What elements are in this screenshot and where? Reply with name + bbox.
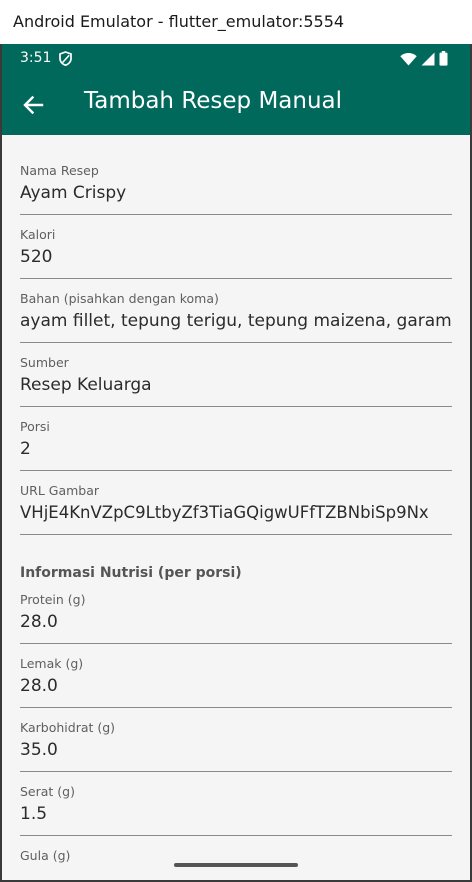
ingredients-input[interactable]: ayam fillet, tepung terigu, tepung maize… bbox=[20, 311, 452, 331]
fiber-input[interactable]: 1.5 bbox=[20, 804, 452, 824]
page-title: Tambah Resep Manual bbox=[84, 88, 343, 114]
emulator-window: Android Emulator - flutter_emulator:5554… bbox=[0, 0, 472, 882]
field-label: Karbohidrat (g) bbox=[20, 720, 116, 735]
image-url-field[interactable]: URL Gambar VHjE4KnVZpC9LtbyZf3TiaGQigwUF… bbox=[20, 483, 452, 535]
field-underline bbox=[20, 771, 452, 772]
field-label: Sumber bbox=[20, 355, 69, 370]
wifi-icon bbox=[400, 52, 417, 65]
calories-field[interactable]: Kalori 520 bbox=[20, 227, 452, 279]
status-bar: 3:51 bbox=[2, 44, 470, 74]
calories-input[interactable]: 520 bbox=[20, 247, 452, 267]
field-underline bbox=[20, 278, 452, 279]
field-label: Nama Resep bbox=[20, 163, 99, 178]
field-label: Protein (g) bbox=[20, 592, 86, 607]
signal-icon bbox=[421, 52, 435, 65]
field-underline bbox=[20, 643, 452, 644]
field-underline bbox=[20, 707, 452, 708]
field-label: Gula (g) bbox=[20, 848, 71, 863]
nutrition-section-title: Informasi Nutrisi (per porsi) bbox=[20, 565, 242, 581]
field-underline bbox=[20, 214, 452, 215]
field-underline bbox=[20, 534, 452, 535]
app-bar: Tambah Resep Manual bbox=[2, 74, 470, 135]
back-button[interactable] bbox=[18, 90, 48, 120]
image-url-input[interactable]: VHjE4KnVZpC9LtbyZf3TiaGQigwUFfTZBNbiSp9N… bbox=[20, 503, 452, 522]
field-label: Lemak (g) bbox=[20, 656, 84, 671]
phone-screen: 3:51 Tambah Resep Manual Nama Resep Ayam… bbox=[2, 44, 470, 880]
recipe-name-field[interactable]: Nama Resep Ayam Crispy bbox=[20, 163, 452, 215]
field-underline bbox=[20, 406, 452, 407]
window-titlebar[interactable]: Android Emulator - flutter_emulator:5554 bbox=[0, 0, 472, 45]
servings-field[interactable]: Porsi 2 bbox=[20, 419, 452, 471]
status-icons bbox=[400, 51, 448, 66]
window-title: Android Emulator - flutter_emulator:5554 bbox=[13, 11, 345, 31]
battery-icon bbox=[439, 51, 448, 66]
source-input[interactable]: Resep Keluarga bbox=[20, 375, 452, 395]
arrow-back-icon bbox=[23, 95, 44, 115]
field-label: Serat (g) bbox=[20, 784, 75, 799]
field-label: Kalori bbox=[20, 227, 56, 242]
home-indicator[interactable] bbox=[174, 863, 298, 867]
source-field[interactable]: Sumber Resep Keluarga bbox=[20, 355, 452, 407]
form-content[interactable]: Nama Resep Ayam Crispy Kalori 520 Bahan … bbox=[2, 135, 470, 880]
status-time: 3:51 bbox=[20, 50, 52, 66]
recipe-name-input[interactable]: Ayam Crispy bbox=[20, 183, 452, 203]
field-label: URL Gambar bbox=[20, 483, 100, 498]
field-underline bbox=[20, 470, 452, 471]
carbohydrate-field[interactable]: Karbohidrat (g) 35.0 bbox=[20, 720, 452, 772]
protein-field[interactable]: Protein (g) 28.0 bbox=[20, 592, 452, 644]
fat-input[interactable]: 28.0 bbox=[20, 676, 452, 696]
carbohydrate-input[interactable]: 35.0 bbox=[20, 740, 452, 760]
ingredients-field[interactable]: Bahan (pisahkan dengan koma) ayam fillet… bbox=[20, 291, 452, 343]
field-label: Porsi bbox=[20, 419, 50, 434]
shield-icon bbox=[59, 51, 72, 66]
fat-field[interactable]: Lemak (g) 28.0 bbox=[20, 656, 452, 708]
field-label: Bahan (pisahkan dengan koma) bbox=[20, 291, 219, 306]
servings-input[interactable]: 2 bbox=[20, 439, 452, 459]
fiber-field[interactable]: Serat (g) 1.5 bbox=[20, 784, 452, 836]
field-underline bbox=[20, 342, 452, 343]
protein-input[interactable]: 28.0 bbox=[20, 612, 452, 632]
field-underline bbox=[20, 835, 452, 836]
